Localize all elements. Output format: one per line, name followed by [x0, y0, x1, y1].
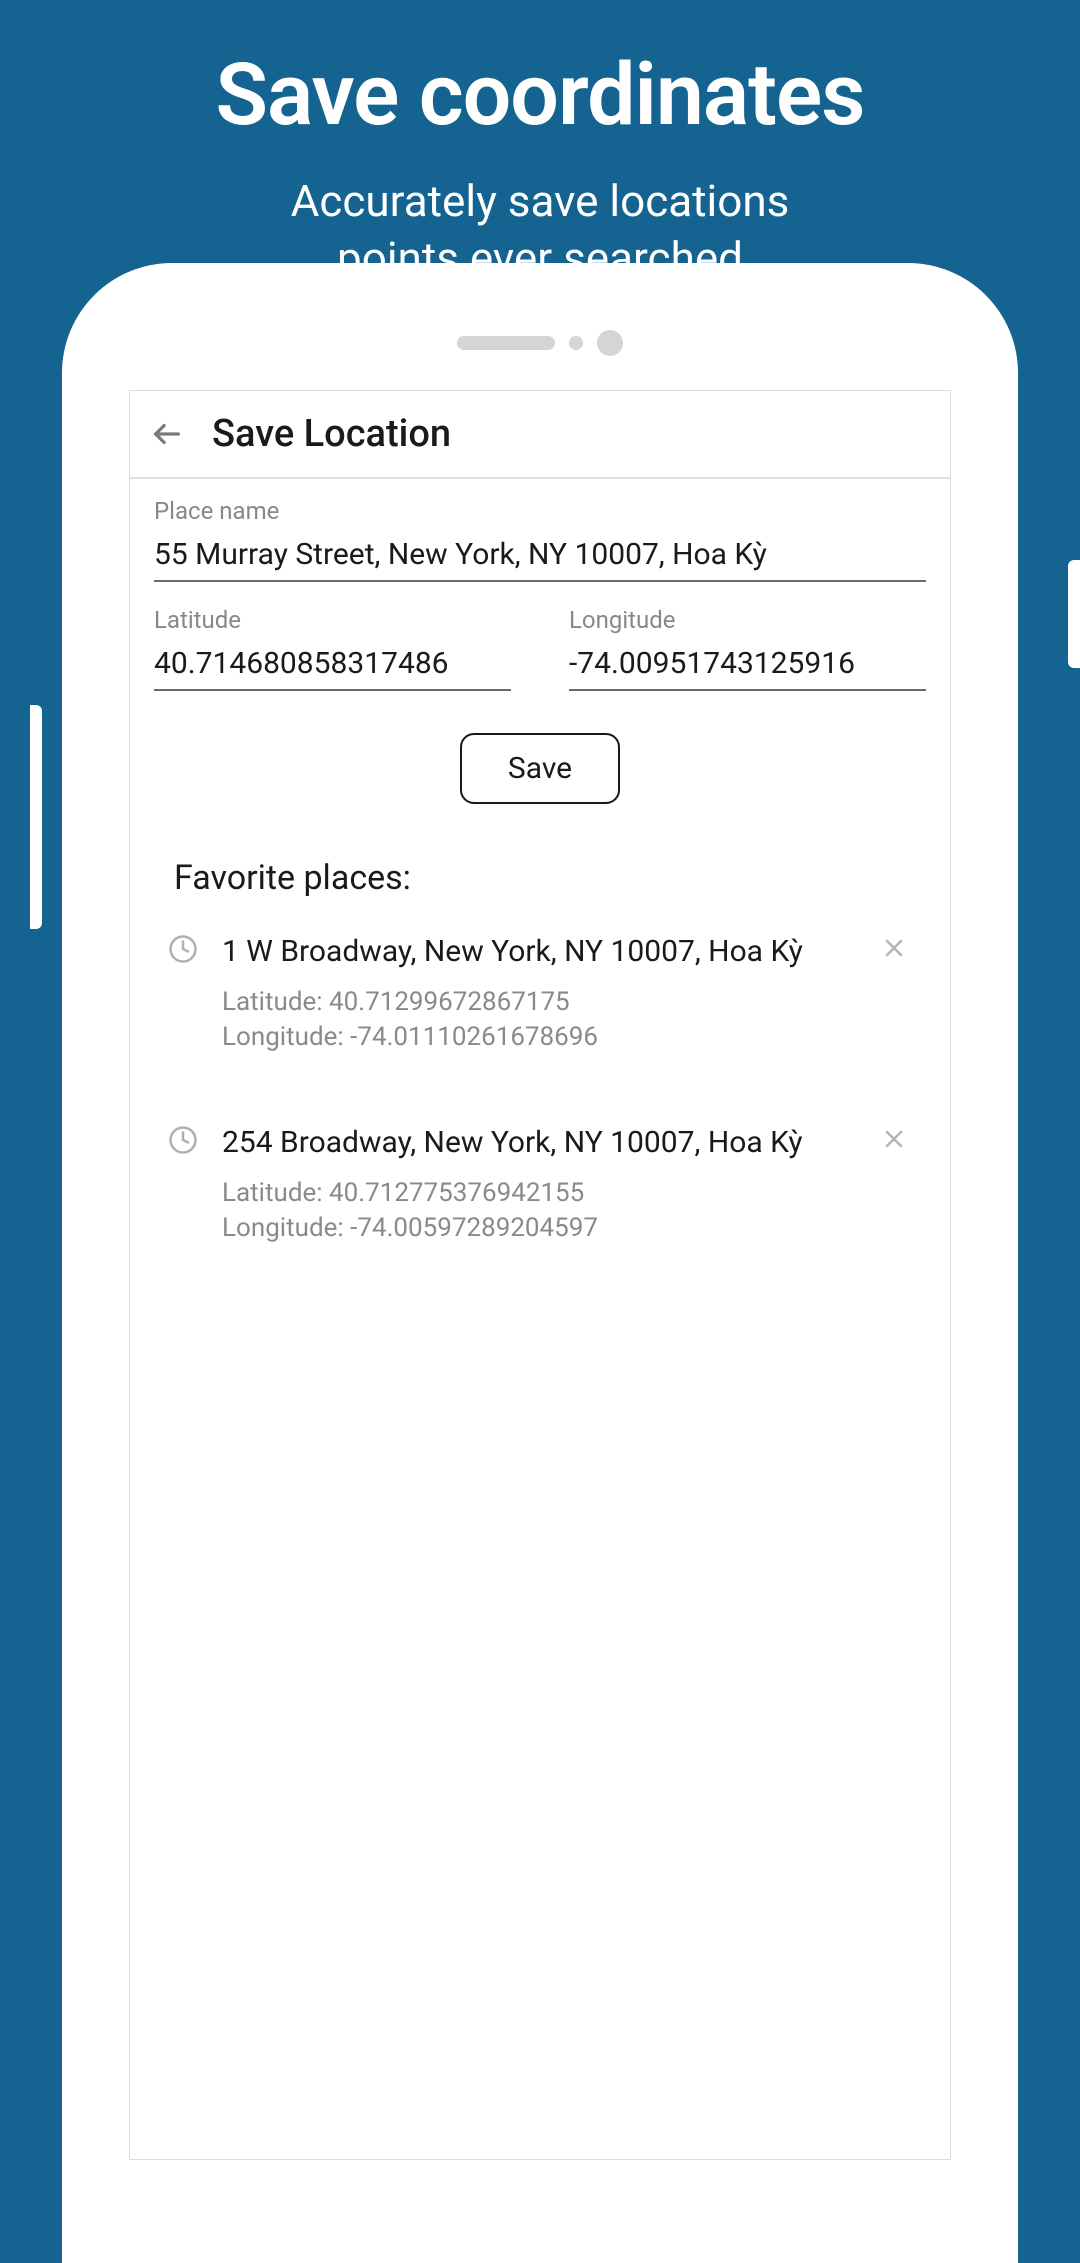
longitude-label: Longitude — [569, 606, 926, 634]
speaker-grille — [457, 336, 555, 350]
place-name-label: Place name — [154, 497, 926, 525]
phone-frame: Save Location Place name Latitude Longit… — [62, 263, 1018, 2263]
lon-value: -74.00597289204597 — [350, 1213, 598, 1243]
close-icon[interactable] — [882, 936, 906, 960]
sensor-dot — [569, 336, 583, 350]
favorite-name: 1 W Broadway, New York, NY 10007, Hoa Kỳ — [222, 932, 868, 971]
form-area: Place name Latitude Longitude Save Favor… — [130, 479, 950, 1280]
lat-value: 40.71299672867175 — [329, 987, 570, 1017]
page-title: Save Location — [212, 412, 451, 456]
favorites-heading: Favorite places: — [174, 858, 926, 898]
favorite-name: 254 Broadway, New York, NY 10007, Hoa Kỳ — [222, 1123, 868, 1162]
phone-volume-button — [30, 705, 42, 929]
close-icon[interactable] — [882, 1127, 906, 1151]
phone-notch — [457, 330, 623, 356]
longitude-input[interactable] — [569, 640, 926, 691]
app-header: Save Location — [130, 391, 950, 479]
favorite-content: 254 Broadway, New York, NY 10007, Hoa Kỳ… — [222, 1123, 868, 1246]
lon-value: -74.01110261678696 — [350, 1022, 598, 1052]
save-button[interactable]: Save — [460, 733, 620, 804]
promo-title: Save coordinates — [0, 0, 1080, 145]
clock-icon — [168, 934, 198, 964]
clock-icon — [168, 1125, 198, 1155]
favorite-content: 1 W Broadway, New York, NY 10007, Hoa Kỳ… — [222, 932, 868, 1055]
lat-value: 40.712775376942155 — [329, 1178, 584, 1208]
favorite-item[interactable]: 254 Broadway, New York, NY 10007, Hoa Kỳ… — [154, 1089, 926, 1280]
lat-prefix: Latitude: — [222, 1178, 329, 1208]
camera-dot — [597, 330, 623, 356]
lon-prefix: Longitude: — [222, 1022, 350, 1052]
lat-prefix: Latitude: — [222, 987, 329, 1017]
latitude-input[interactable] — [154, 640, 511, 691]
lon-prefix: Longitude: — [222, 1213, 350, 1243]
favorite-coords: Latitude: 40.712775376942155 Longitude: … — [222, 1176, 868, 1246]
favorite-coords: Latitude: 40.71299672867175 Longitude: -… — [222, 985, 868, 1055]
back-arrow-icon[interactable] — [150, 417, 184, 451]
favorite-item[interactable]: 1 W Broadway, New York, NY 10007, Hoa Kỳ… — [154, 898, 926, 1089]
app-screen: Save Location Place name Latitude Longit… — [129, 390, 951, 2160]
promo-subtitle-line1: Accurately save locations — [291, 175, 790, 227]
latitude-label: Latitude — [154, 606, 511, 634]
place-name-input[interactable] — [154, 531, 926, 582]
phone-power-button — [1068, 560, 1080, 668]
